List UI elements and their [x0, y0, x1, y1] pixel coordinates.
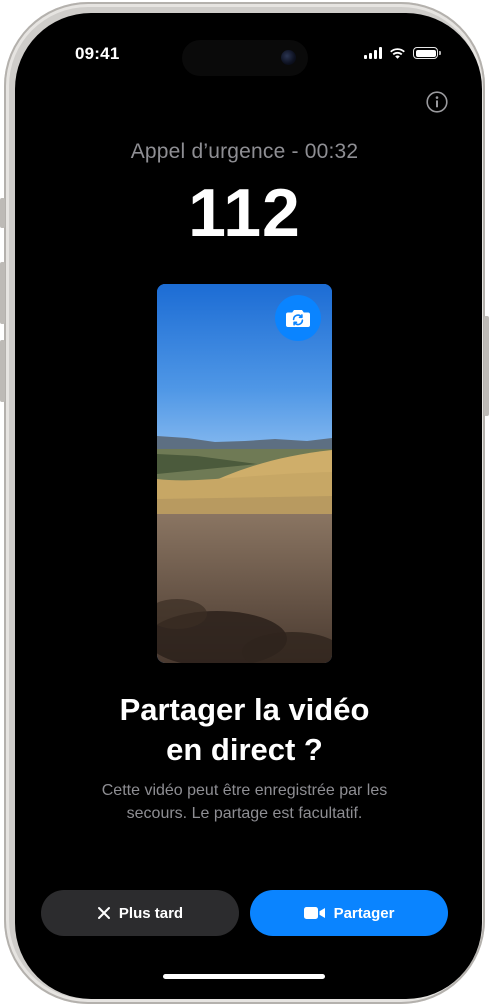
share-button-label: Partager — [333, 904, 395, 922]
call-status: Appel d’urgence - 00:32 — [130, 140, 359, 163]
share-video-title-line-2: en direct ? — [166, 732, 323, 767]
battery-icon — [413, 47, 441, 59]
home-indicator[interactable] — [163, 974, 325, 979]
share-video-title-line-1: Partager la vidéo — [119, 692, 370, 727]
later-button[interactable]: Plus tard — [41, 890, 239, 936]
share-video-description: Cette vidéo peut être enregistrée par le… — [67, 779, 422, 825]
video-camera-icon — [303, 907, 325, 919]
wifi-icon — [390, 48, 405, 59]
share-video-title: Partager la vidéo en direct ? — [57, 690, 432, 770]
cellular-signal-icon — [364, 47, 382, 59]
later-button-label: Plus tard — [118, 904, 184, 922]
status-icons — [364, 45, 441, 61]
camera-preview — [157, 284, 332, 663]
volume-down-button — [0, 340, 5, 402]
status-time: 09:41 — [75, 44, 120, 63]
emergency-number: 112 — [188, 175, 301, 251]
emergency-call-screen: 09:41 Appel d’urgence - 00:32 112 Partag… — [17, 17, 472, 991]
action-button — [0, 198, 5, 228]
battery-level — [415, 49, 436, 57]
info-button[interactable] — [426, 91, 448, 113]
camera-preview-image — [157, 284, 332, 663]
camera-flip-icon — [286, 310, 310, 327]
info-icon — [426, 91, 448, 113]
volume-up-button — [0, 262, 5, 324]
share-video-description-line-2: secours. Le partage est facultatif. — [126, 805, 363, 822]
share-video-description-line-1: Cette vidéo peut être enregistrée par le… — [101, 782, 388, 799]
camera-flip-button[interactable] — [275, 295, 321, 341]
share-button[interactable]: Partager — [250, 890, 448, 936]
front-camera-icon — [281, 50, 296, 65]
close-icon — [97, 907, 110, 919]
dynamic-island — [182, 40, 308, 76]
side-button — [484, 316, 489, 416]
